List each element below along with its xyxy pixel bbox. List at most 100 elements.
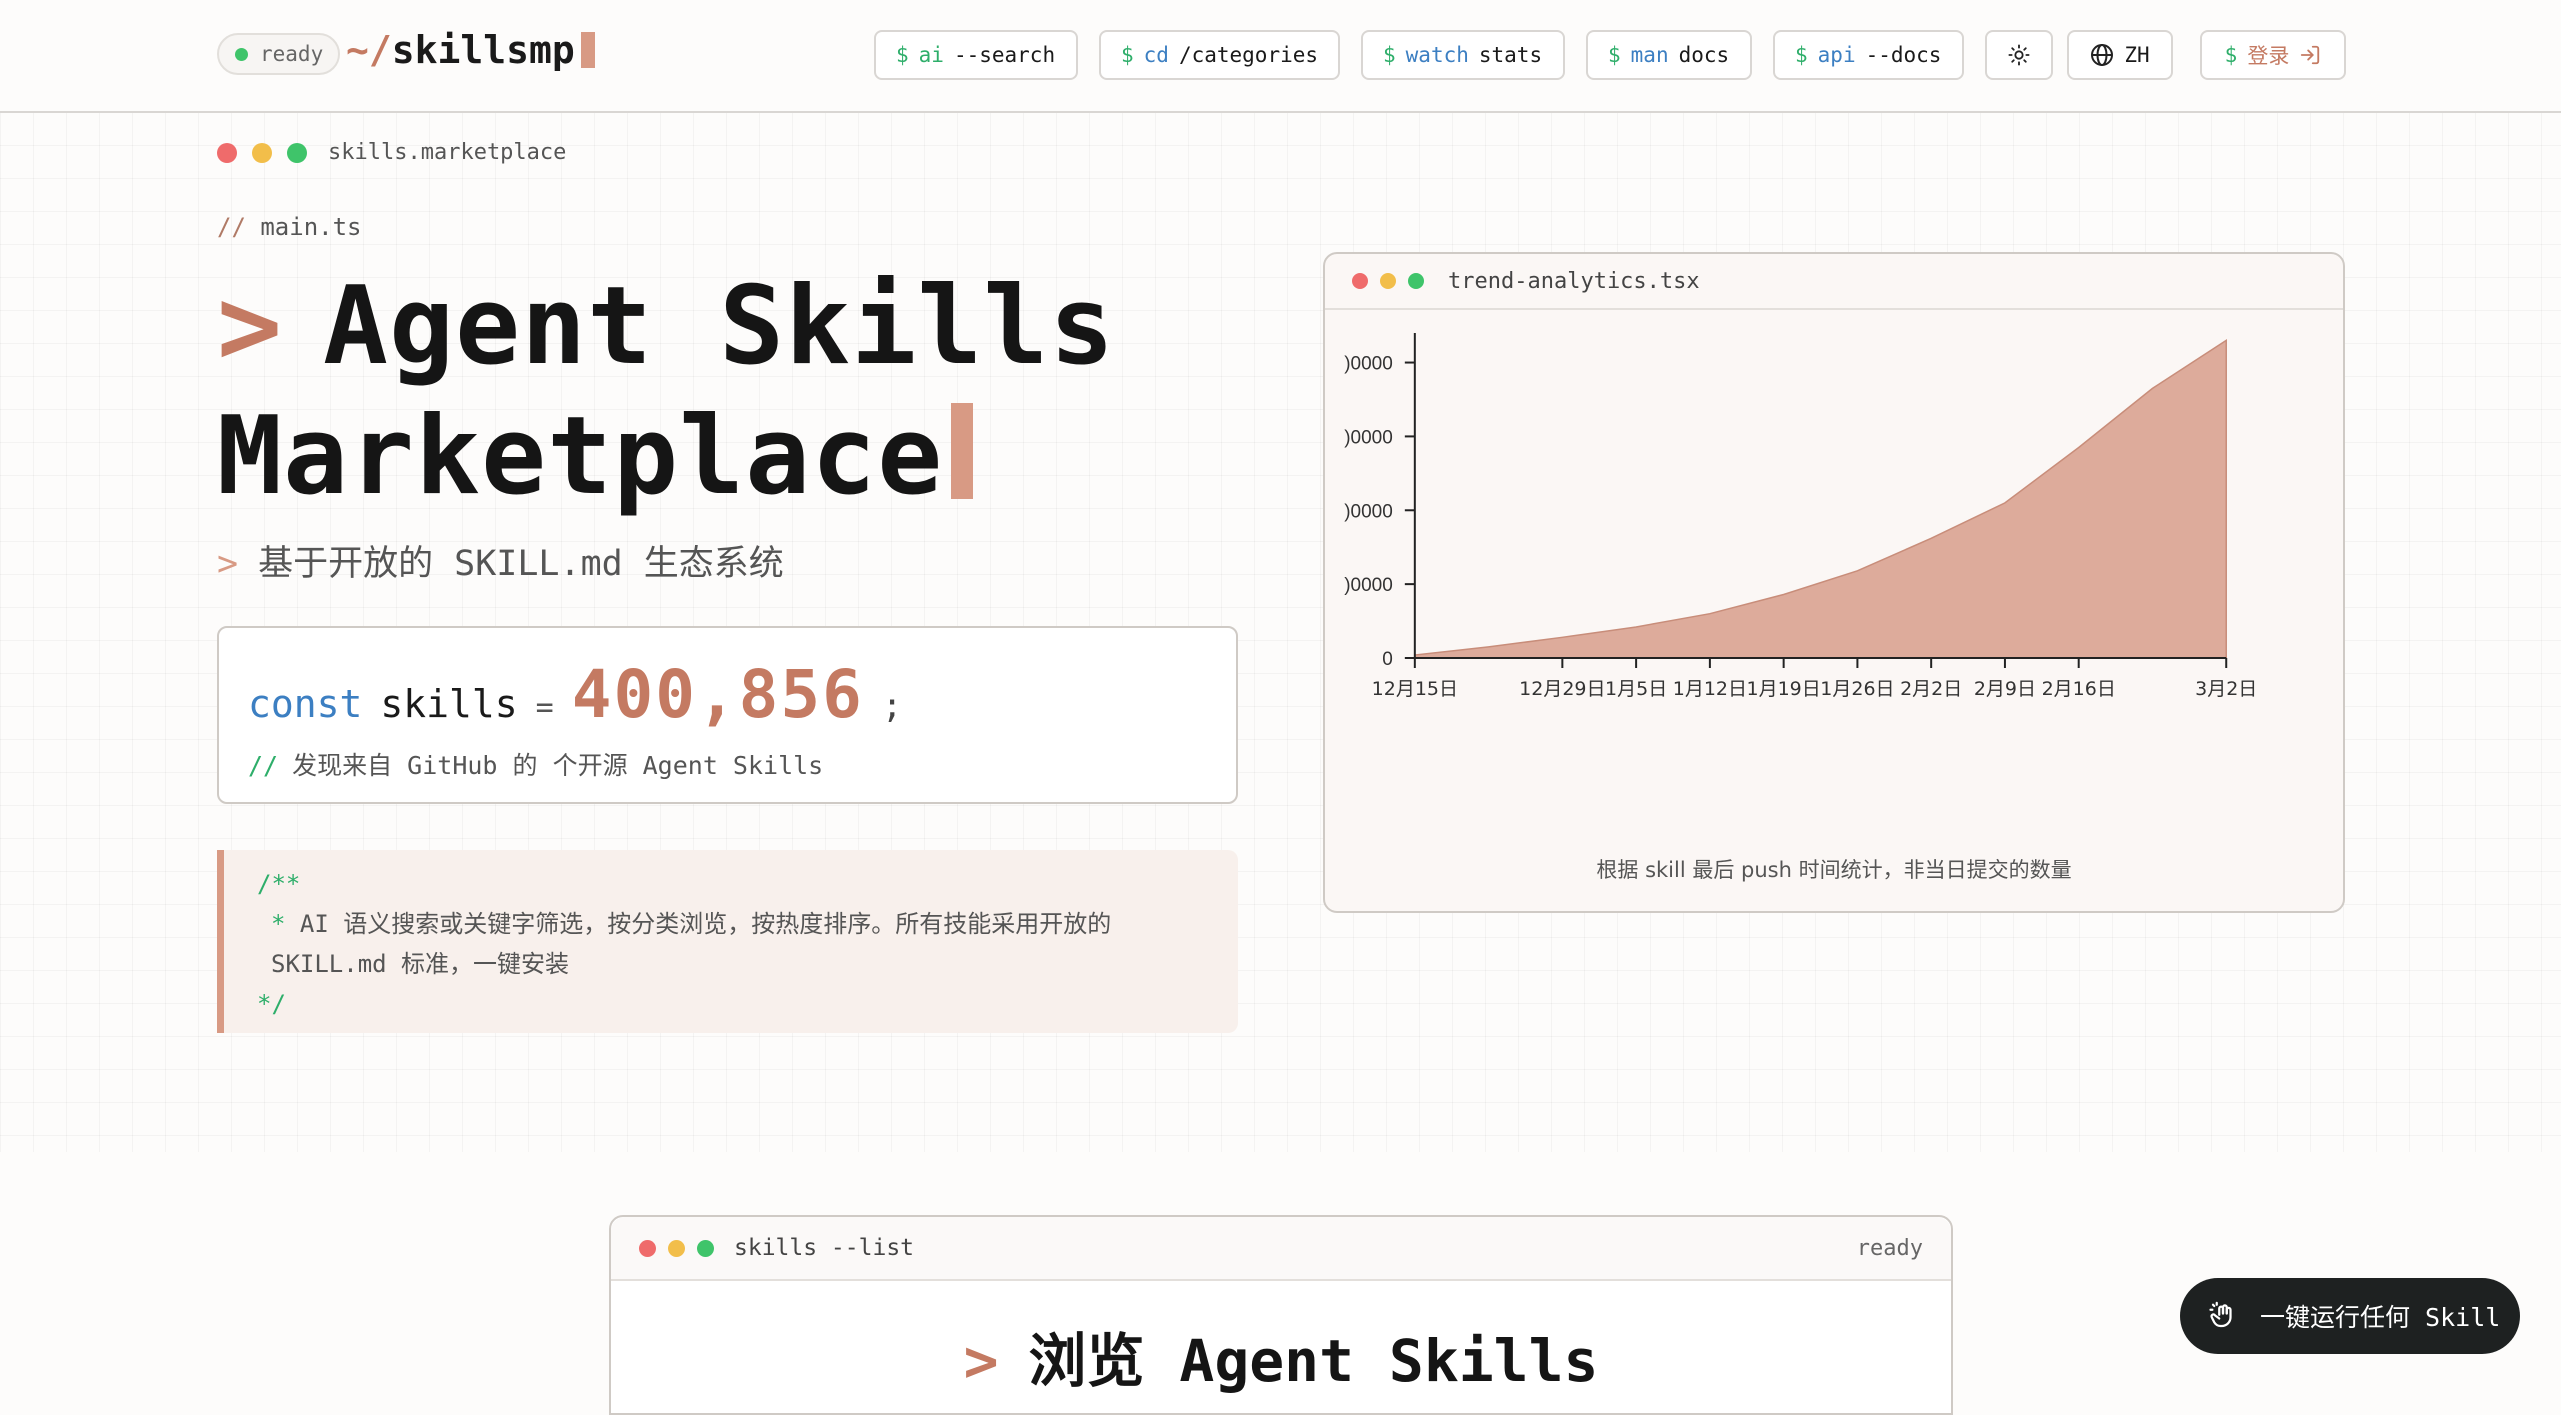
window-label: skills.marketplace	[328, 140, 567, 165]
subtitle: > 基于开放的 SKILL.md 生态系统	[217, 535, 784, 586]
x-tick-label: 1月5日	[1605, 678, 1667, 700]
x-tick-label: 2月2日	[1900, 678, 1962, 700]
minimize-dot-icon	[1380, 273, 1396, 289]
subtitle-prompt: >	[217, 544, 239, 584]
nav-argument: /categories	[1178, 43, 1319, 67]
sun-icon	[2008, 44, 2030, 66]
code-semicolon: ;	[881, 686, 903, 726]
status-text: ready	[260, 42, 324, 66]
y-tick-label: )0000	[1344, 354, 1393, 375]
area-series	[1414, 339, 2227, 659]
nav-docs-button[interactable]: $ man docs	[1586, 30, 1752, 80]
x-tick-label: 12月29日	[1519, 678, 1605, 700]
nav-command: watch	[1405, 43, 1469, 67]
chart-file-name: trend-analytics.tsx	[1448, 268, 1700, 294]
y-tick-label: )0000	[1344, 575, 1393, 596]
nav-api-docs-button[interactable]: $ api --docs	[1773, 30, 1964, 80]
nav-argument: --docs	[1865, 43, 1942, 67]
sparkle-hand-icon	[2209, 1301, 2232, 1328]
title-line-1: Agent Skills	[323, 264, 1116, 389]
maximize-dot-icon	[1408, 273, 1424, 289]
nav-command: man	[1630, 43, 1669, 67]
doc-line-2: SKILL.md 标准，一键安装	[271, 950, 570, 978]
nav-argument: stats	[1478, 43, 1543, 67]
minimize-dot-icon	[668, 1239, 685, 1257]
chart-titlebar: trend-analytics.tsx	[1325, 254, 2343, 310]
x-tick-label: 1月26日	[1820, 678, 1894, 700]
y-tick-label: )0000	[1344, 427, 1393, 448]
skill-count-card: const skills = 400,856 ; // 发现来自 GitHub 的…	[217, 626, 1238, 804]
code-keyword: const	[248, 682, 363, 726]
comment-slash: //	[217, 213, 246, 241]
comment-slash: //	[248, 751, 279, 780]
heading-text: 浏览 Agent Skills	[1028, 1327, 1599, 1395]
y-tick-label: )0000	[1344, 501, 1393, 522]
comment-text: 发现来自 GitHub 的 个开源 Agent Skills	[292, 751, 824, 780]
nav-argument: --search	[953, 43, 1056, 67]
chart-caption: 根据 skill 最后 push 时间统计，非当日提交的数量	[1596, 858, 2072, 882]
browse-heading: > 浏览 Agent Skills	[611, 1314, 1951, 1398]
globe-icon	[2091, 44, 2114, 66]
nav-command: api	[1817, 43, 1856, 67]
trend-chart-window: trend-analytics.tsx 0 )0000 )0000 )0000 )000…	[1323, 252, 2345, 913]
login-label: 登录	[2247, 44, 2290, 68]
doc-close: */	[257, 990, 286, 1018]
nav-ai-search-button[interactable]: $ ai --search	[874, 30, 1078, 80]
nav-command: cd	[1143, 43, 1169, 67]
login-arrow-icon	[2301, 45, 2320, 65]
prompt-symbol: $	[1795, 43, 1808, 67]
fab-label: 一键运行任何 Skill	[2260, 1303, 2501, 1332]
y-tick-label: 0	[1382, 649, 1393, 670]
doc-line-1: AI 语义搜索或关键字筛选，按分类浏览，按热度排序。所有技能采用开放的	[299, 910, 1112, 938]
subtitle-text: 基于开放的 SKILL.md 生态系统	[258, 544, 784, 584]
heading-prompt: >	[963, 1327, 999, 1395]
x-tick-label: 2月9日	[1974, 678, 2036, 700]
cursor-icon	[580, 32, 595, 68]
title-line-2: Marketplace	[217, 394, 944, 519]
doc-star: *	[271, 910, 286, 938]
maximize-dot-icon	[697, 1239, 714, 1257]
status-badge: ready	[217, 33, 341, 75]
logo-prefix: ~/	[346, 28, 392, 72]
code-operator: =	[535, 690, 554, 725]
cursor-icon	[951, 403, 974, 499]
nav-argument: docs	[1678, 43, 1730, 67]
file-name: main.ts	[260, 213, 362, 241]
x-tick-label: 3月2日	[2195, 678, 2257, 700]
nav-stats-button[interactable]: $ watch stats	[1361, 30, 1565, 80]
file-name-label: // main.ts	[217, 213, 362, 241]
description-doc-comment: /** * AI 语义搜索或关键字筛选，按分类浏览，按热度排序。所有技能采用开放…	[217, 850, 1238, 1033]
skill-count-comment: // 发现来自 GitHub 的 个开源 Agent Skills	[248, 746, 823, 782]
close-dot-icon	[217, 143, 237, 163]
minimize-dot-icon	[252, 143, 272, 163]
top-navbar: ready ~/ skillsmp $ ai --search $ cd /ca…	[0, 0, 2561, 113]
prompt-symbol: $	[896, 43, 909, 67]
code-variable: skills	[380, 682, 518, 726]
title-prompt: >	[217, 264, 284, 389]
skills-list-window: skills --list ready > 浏览 Agent Skills	[609, 1215, 1953, 1415]
window-controls	[217, 143, 307, 163]
close-dot-icon	[639, 1239, 656, 1257]
nav-categories-button[interactable]: $ cd /categories	[1099, 30, 1340, 80]
login-button[interactable]: $ 登录	[2200, 30, 2346, 80]
doc-open: /**	[257, 870, 301, 898]
prompt-symbol: $	[1608, 43, 1621, 67]
x-tick-label: 1月12日	[1673, 678, 1747, 700]
site-logo[interactable]: ~/ skillsmp	[346, 28, 595, 72]
status-dot-icon	[235, 47, 248, 61]
x-tick-label: 1月19日	[1747, 678, 1821, 700]
skill-count: 400,856	[571, 656, 864, 733]
logo-name: skillsmp	[391, 28, 575, 72]
theme-toggle-button[interactable]	[1985, 30, 2053, 80]
trend-chart: 0 )0000 )0000 )0000 )0000 12月15日 12月29日 1月5日 1月1…	[1344, 333, 2257, 700]
list-titlebar: skills --list ready	[611, 1217, 1951, 1281]
list-status: ready	[1856, 1235, 1923, 1261]
prompt-symbol: $	[1121, 43, 1134, 67]
close-dot-icon	[1352, 273, 1368, 289]
x-tick-label: 12月15日	[1372, 678, 1458, 700]
page-title: > Agent Skills Marketplace	[217, 262, 1115, 522]
x-tick-label: 2月16日	[2042, 678, 2116, 700]
run-any-skill-button[interactable]: 一键运行任何 Skill	[2180, 1278, 2520, 1354]
maximize-dot-icon	[287, 143, 307, 163]
language-switch-button[interactable]: ZH	[2067, 30, 2173, 80]
